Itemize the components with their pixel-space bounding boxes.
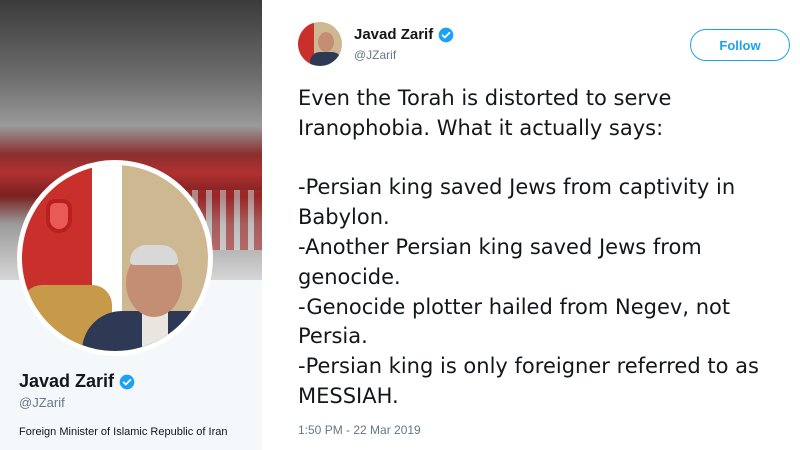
tweet-text-line: Iranophobia. What it actually says: [298,115,664,140]
verified-badge-icon [119,374,135,389]
follow-button[interactable]: Follow [690,29,790,61]
tweet-card: Javad Zarif @JZarif Follow Even the Tora… [262,0,800,450]
tweet-text-line: Even the Torah is distorted to serve [298,86,672,110]
profile-name[interactable]: Javad Zarif [19,371,135,392]
profile-panel: Javad Zarif @JZarif Foreign Minister of … [0,0,262,450]
verified-badge-icon [438,27,454,42]
tweet-text-line [298,144,798,174]
tweet-text-line: Persia. [298,324,368,349]
tweet-author-name[interactable]: Javad Zarif [354,26,454,43]
profile-bio: Foreign Minister of Islamic Republic of … [19,426,228,438]
tweet-author-name-text: Javad Zarif [354,26,434,43]
tweet-text-line: -Another Persian king saved Jews from [298,234,702,259]
profile-avatar[interactable] [17,160,213,356]
tweet-author-avatar[interactable] [298,22,342,66]
tweet-text-line: genocide. [298,264,401,289]
flag-emblem-icon [46,199,72,233]
tweet-text-line: -Persian king saved Jews from captivity … [298,175,736,200]
profile-name-text: Javad Zarif [19,371,115,391]
tweet-timestamp[interactable]: 1:50 PM - 22 Mar 2019 [298,423,421,437]
tweet-author-handle[interactable]: @JZarif [354,48,396,62]
profile-handle[interactable]: @JZarif [19,395,65,410]
tweet-text-line: -Persian king is only foreigner referred… [298,354,759,379]
tweet-text-line: MESSIAH. [298,383,399,408]
tweet-text-line: -Genocide plotter hailed from Negev, not [298,294,731,319]
tweet-text: Even the Torah is distorted to serve Ira… [298,84,798,412]
tweet-text-line: Babylon. [298,205,390,230]
